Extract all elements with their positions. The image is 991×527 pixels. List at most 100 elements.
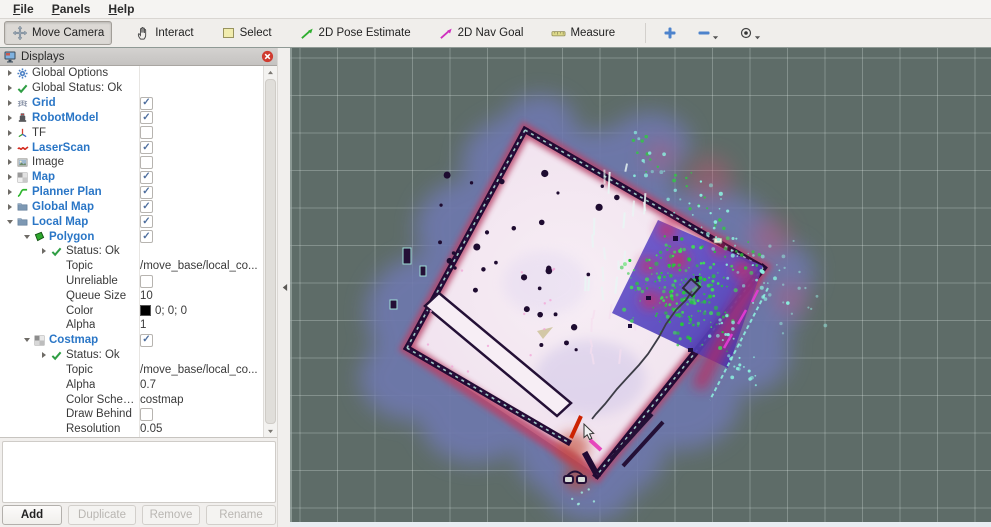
expander-down-icon[interactable]	[4, 219, 15, 224]
checkbox-checked[interactable]: ✓	[140, 333, 153, 347]
row-label: Topic	[66, 260, 93, 273]
row-label: Alpha	[66, 319, 96, 332]
laser-icon	[15, 142, 30, 154]
expander-right-icon[interactable]	[4, 189, 15, 196]
checkbox-checked[interactable]: ✓	[140, 200, 153, 214]
checkbox-checked[interactable]: ✓	[140, 230, 153, 244]
row-label: Planner Plan	[32, 186, 102, 199]
row-label: Map	[32, 171, 55, 184]
tool-select[interactable]: Select	[214, 22, 280, 44]
scrollbar-thumb[interactable]	[265, 79, 276, 424]
scroll-down-arrow-icon[interactable]	[264, 425, 277, 437]
expander-right-icon[interactable]	[38, 352, 49, 359]
polygon-icon	[32, 231, 47, 242]
expander-right-icon[interactable]	[4, 203, 15, 210]
checkbox-unchecked[interactable]	[140, 126, 153, 140]
tool-label: 2D Pose Estimate	[318, 27, 411, 39]
description-panel	[2, 441, 276, 503]
hand-icon	[136, 26, 151, 41]
tool-interact[interactable]: Interact	[128, 22, 201, 45]
close-panel-button[interactable]	[261, 50, 274, 63]
expander-right-icon[interactable]	[38, 248, 49, 255]
collapse-left-icon[interactable]	[281, 283, 288, 292]
checkbox-checked[interactable]: ✓	[140, 170, 153, 184]
row-label: TF	[32, 126, 47, 139]
checkbox-checked[interactable]: ✓	[140, 111, 153, 125]
panel-title: Displays	[21, 50, 65, 63]
expander-right-icon[interactable]	[4, 174, 15, 181]
row-label: LaserScan	[32, 141, 91, 154]
panel-splitter[interactable]	[277, 48, 291, 527]
zoom-out-button[interactable]	[690, 24, 726, 43]
tool-move-camera[interactable]: Move Camera	[4, 21, 113, 45]
focus-icon	[739, 26, 753, 40]
row-label: Status: Ok	[66, 245, 120, 258]
map-icon	[15, 172, 30, 183]
costmap-icon	[32, 335, 47, 346]
expander-right-icon[interactable]	[4, 129, 15, 136]
3d-viewport[interactable]	[290, 48, 991, 527]
expander-down-icon[interactable]	[21, 234, 32, 239]
caret-down-icon	[712, 34, 719, 41]
row-label: Unreliable	[66, 275, 118, 287]
row-label: Image	[32, 156, 64, 169]
rviz-window: { "window": { "menu": [ {"label":"File"}…	[0, 0, 991, 527]
expander-right-icon[interactable]	[4, 159, 15, 166]
menu-help[interactable]: Help	[99, 2, 143, 16]
expander-right-icon[interactable]	[4, 114, 15, 121]
panel-buttons: Add Duplicate Remove Rename	[2, 505, 276, 525]
checkbox-checked[interactable]: ✓	[140, 141, 153, 155]
add-button[interactable]: Add	[2, 505, 62, 525]
checkbox-checked[interactable]: ✓	[140, 96, 153, 110]
row-label: Polygon	[49, 230, 95, 243]
menu-panels[interactable]: Panels	[43, 2, 100, 16]
row-label: Draw Behind	[66, 408, 132, 421]
minus-icon	[697, 26, 711, 40]
check-icon	[49, 350, 64, 361]
checkbox-checked[interactable]: ✓	[140, 185, 153, 199]
folder-icon	[15, 216, 30, 227]
row-label: Global Map	[32, 200, 94, 213]
focus-camera-button[interactable]	[732, 24, 768, 43]
row-label: Color Scheme	[66, 393, 137, 406]
checkbox-unchecked[interactable]	[140, 155, 153, 169]
grid-icon	[15, 98, 30, 109]
expander-down-icon[interactable]	[21, 338, 32, 343]
row-label: Grid	[32, 97, 56, 110]
path-icon	[15, 187, 30, 198]
tool-label: Measure	[570, 27, 616, 39]
toolbar-separator	[645, 23, 647, 43]
tool-label: 2D Nav Goal	[457, 27, 524, 39]
move-icon	[12, 25, 28, 41]
row-label: Topic	[66, 363, 93, 376]
row-label: Status: Ok	[66, 349, 120, 362]
row-label: Color	[66, 304, 94, 317]
viewport-bottom-strip	[290, 522, 991, 527]
tree-scrollbar[interactable]	[263, 66, 277, 437]
displays-icon	[4, 51, 16, 63]
menu-file[interactable]: File	[4, 2, 43, 16]
axes-icon	[15, 127, 30, 138]
checkbox-unchecked[interactable]	[140, 407, 153, 421]
expander-right-icon[interactable]	[4, 85, 15, 92]
expander-right-icon[interactable]	[4, 144, 15, 151]
tool-2d-nav-goal[interactable]: 2D Nav Goal	[431, 22, 532, 45]
duplicate-button: Duplicate	[68, 505, 136, 525]
check-icon	[15, 83, 30, 94]
folder-icon	[15, 201, 30, 212]
tool-measure[interactable]: Measure	[543, 22, 623, 45]
zoom-in-button[interactable]	[656, 24, 684, 42]
select-icon	[222, 26, 236, 40]
rename-button: Rename	[206, 505, 276, 525]
expander-right-icon[interactable]	[4, 100, 15, 107]
checkbox-checked[interactable]: ✓	[140, 215, 153, 229]
checkbox-unchecked[interactable]	[140, 274, 153, 288]
row-label: Global Status: Ok	[32, 82, 123, 95]
row-value: 10	[140, 289, 153, 302]
expander-right-icon[interactable]	[4, 70, 15, 77]
tool-label: Select	[239, 27, 272, 39]
scroll-up-arrow-icon[interactable]	[264, 66, 277, 78]
tool-label: Interact	[155, 27, 194, 39]
tool-label: Move Camera	[32, 27, 105, 39]
tool-2d-pose-estimate[interactable]: 2D Pose Estimate	[292, 22, 419, 45]
